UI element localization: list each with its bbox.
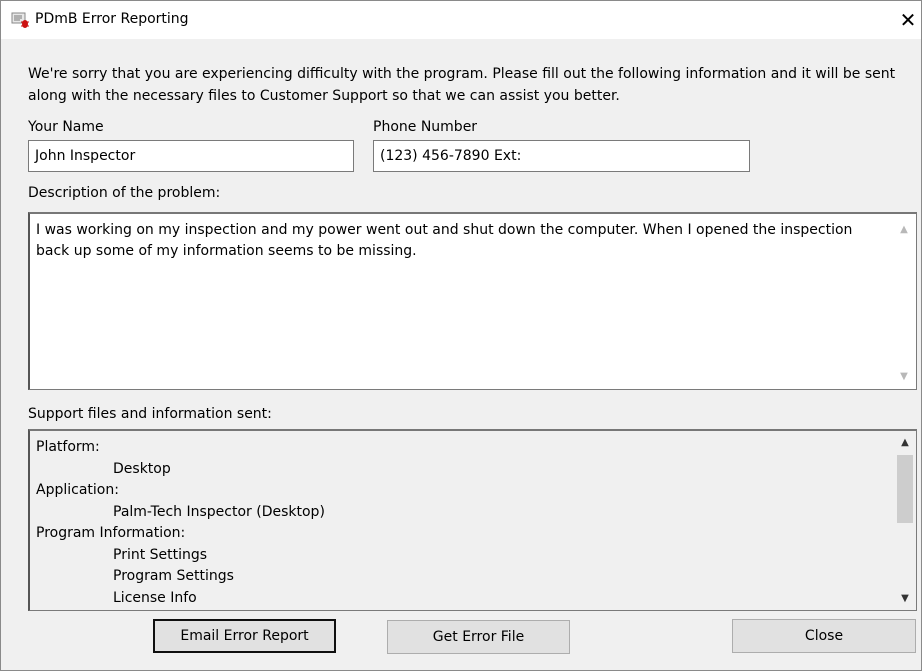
phone-label: Phone Number [373,119,478,135]
scroll-up-icon: ▲ [900,224,908,235]
error-reporting-window: PDmB Error Reporting ✕ We're sorry that … [0,0,922,671]
support-line-heading: Platform: [36,439,100,455]
support-scrollbar[interactable]: ▲ ▼ [894,431,916,609]
support-line-item: License Info [113,589,197,606]
name-field[interactable]: John Inspector [28,140,354,172]
scroll-up-icon[interactable]: ▲ [895,433,915,453]
scrollbar-thumb[interactable] [897,455,913,523]
intro-text: We're sorry that you are experiencing di… [28,66,896,104]
email-error-report-button[interactable]: Email Error Report [153,619,336,653]
bug-report-icon [11,10,31,30]
support-files-list[interactable]: Platform: Desktop Application: Palm-Tech In… [28,429,917,611]
close-window-icon[interactable]: ✕ [894,6,922,34]
window-title: PDmB Error Reporting [35,11,189,27]
scroll-down-icon[interactable]: ▼ [895,589,915,609]
support-line-item: Desktop [113,460,171,477]
support-line-item: Program Settings [113,568,234,584]
support-line-heading: Application: [36,482,119,498]
support-line-heading: Program Information: [36,525,186,541]
support-line-item: Palm-Tech Inspector (Desktop) [113,503,325,520]
description-textarea[interactable]: I was working on my inspection and my po… [28,212,917,390]
name-label: Your Name [28,119,104,135]
get-error-file-button[interactable]: Get Error File [387,620,570,654]
description-label: Description of the problem: [28,185,221,201]
close-button[interactable]: Close [732,619,916,653]
description-text: I was working on my inspection and my po… [36,222,853,259]
support-lines: Platform: Desktop Application: Palm-Tech In… [36,437,886,609]
support-line-item: Print Settings [113,546,208,563]
support-label: Support files and information sent: [28,406,272,422]
phone-field[interactable]: (123) 456-7890 Ext: [373,140,750,172]
scroll-down-icon: ▼ [900,371,908,382]
title-bar: PDmB Error Reporting ✕ [1,1,921,39]
